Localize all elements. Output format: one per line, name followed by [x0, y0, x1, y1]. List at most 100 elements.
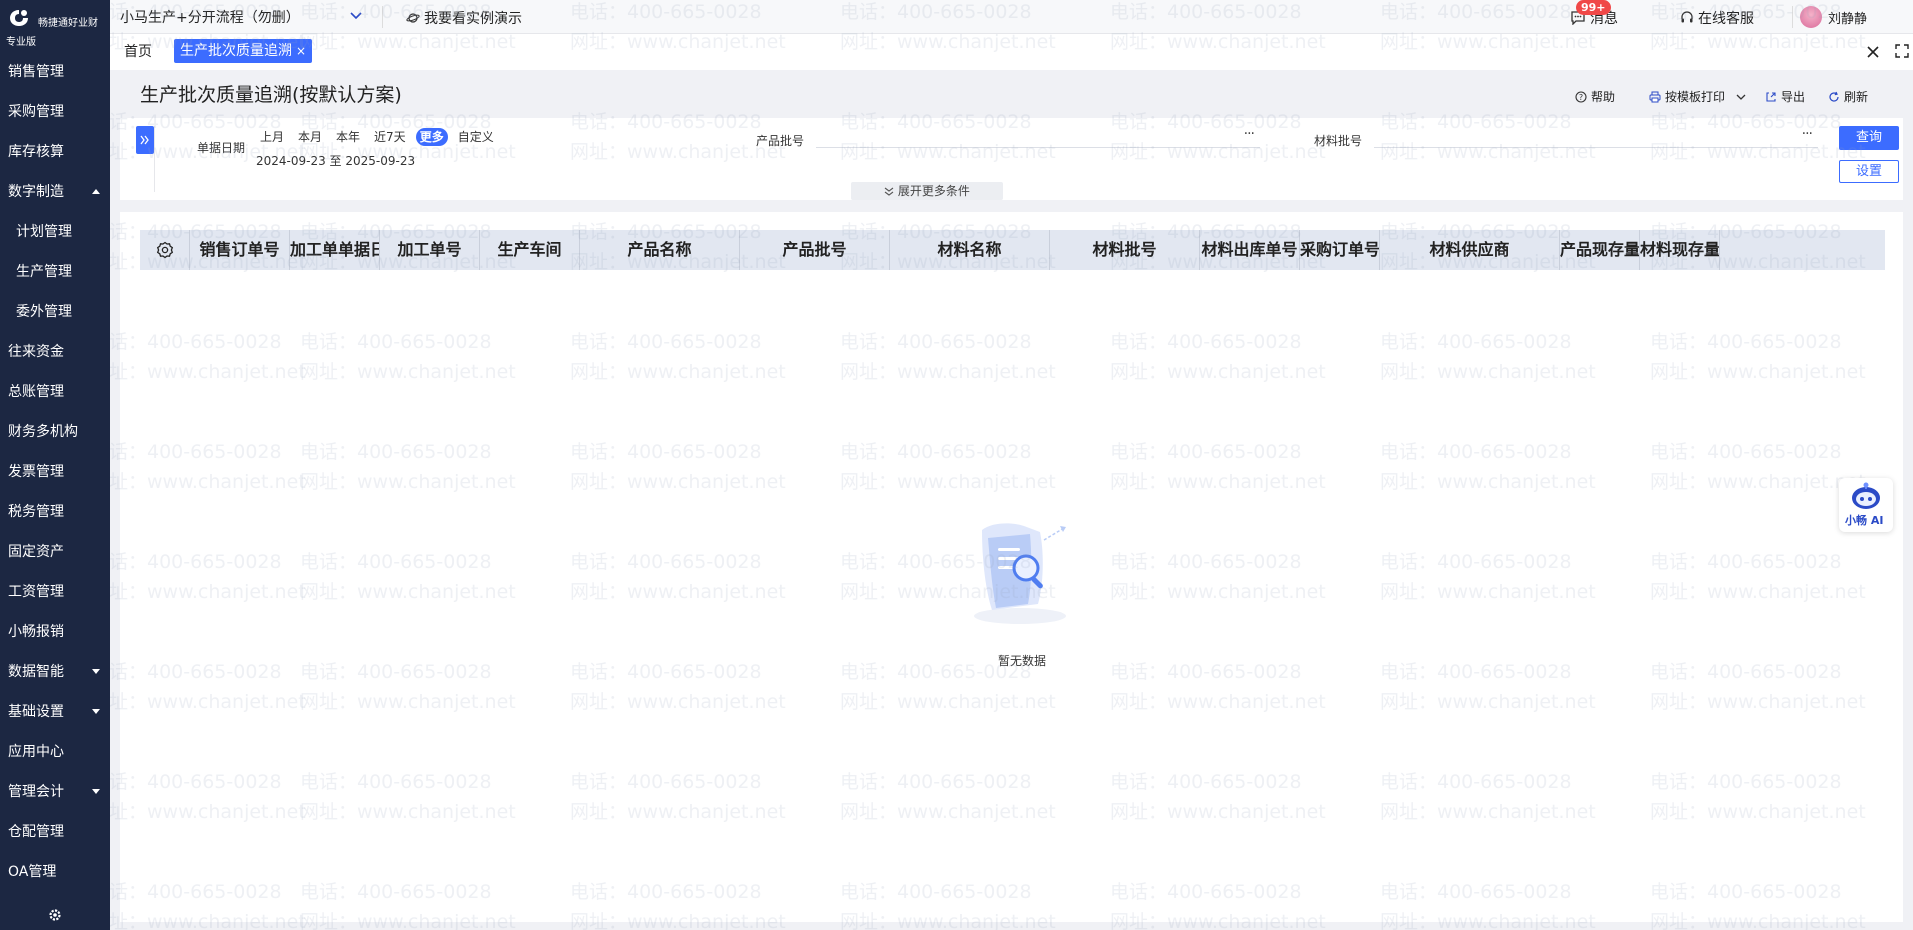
divider	[1792, 6, 1793, 28]
chanjet-logo-icon	[10, 10, 28, 26]
column-header-product-batch[interactable]: 产品批号	[740, 230, 890, 270]
sidebar-item-outsourcing[interactable]: 委外管理	[0, 292, 110, 332]
avatar	[1800, 6, 1822, 28]
sidebar-item-production[interactable]: 生产管理	[0, 252, 110, 292]
brand-logo[interactable]: 畅捷通好业财 专业版	[0, 0, 110, 48]
refresh-icon	[1829, 91, 1839, 102]
online-service-button[interactable]: 在线客服	[1680, 8, 1754, 28]
column-header-material-name[interactable]: 材料名称	[890, 230, 1050, 270]
top-bar: 小马生产+分开流程（勿删） 我要看实例演示 消息 99+ 在线客服 刘静静	[110, 0, 1913, 34]
query-button[interactable]: 查询	[1839, 126, 1899, 150]
settings-button[interactable]	[0, 900, 110, 930]
ai-assistant-button[interactable]: 小畅 AI	[1839, 478, 1893, 532]
column-header-sales-order-no[interactable]: 销售订单号	[190, 230, 290, 270]
sidebar-item-tax[interactable]: 税务管理	[0, 492, 110, 532]
company-select[interactable]: 小马生产+分开流程（勿删）	[120, 7, 370, 27]
export-icon	[1766, 91, 1776, 102]
gear-icon	[156, 241, 173, 259]
sidebar-item-inventory[interactable]: 库存核算	[0, 132, 110, 172]
quick-option-last-month[interactable]: 上月	[256, 128, 288, 146]
column-header-material-stock[interactable]: 材料现存量	[1640, 230, 1720, 270]
column-settings-button[interactable]	[140, 230, 190, 270]
user-name: 刘静静	[1828, 11, 1868, 27]
user-menu[interactable]: 刘静静	[1800, 6, 1867, 28]
sidebar-item-funds[interactable]: 往来资金	[0, 332, 110, 372]
column-header-process-order-no[interactable]: 加工单号	[380, 230, 480, 270]
tab-batch-quality-trace[interactable]: 生产批次质量追溯 ×	[174, 39, 313, 63]
sidebar-item-basic-settings[interactable]: 基础设置	[0, 692, 110, 732]
quick-option-this-month[interactable]: 本月	[294, 128, 326, 146]
sidebar-item-label: 基础设置	[8, 704, 64, 720]
sidebar-item-app-center[interactable]: 应用中心	[0, 732, 110, 772]
help-label: 帮助	[1591, 90, 1616, 104]
chevron-down-icon[interactable]	[1735, 92, 1747, 102]
print-template-button[interactable]: 按模板打印	[1649, 88, 1747, 105]
page-header: 生产批次质量追溯(按默认方案) ? 帮助 按模板打印 导出 刷新	[110, 70, 1913, 116]
sidebar-item-label: 财务多机构	[8, 424, 78, 440]
divider	[154, 126, 155, 192]
sidebar-item-data-intelligence[interactable]: 数据智能	[0, 652, 110, 692]
sidebar-item-warehouse[interactable]: 仓配管理	[0, 812, 110, 852]
ellipsis-icon[interactable]: ···	[1802, 126, 1813, 142]
sidebar-item-multi-org[interactable]: 财务多机构	[0, 412, 110, 452]
column-header-product-name[interactable]: 产品名称	[580, 230, 740, 270]
sidebar-item-label: 管理会计	[8, 784, 64, 800]
sidebar-item-fixed-assets[interactable]: 固定资产	[0, 532, 110, 572]
sidebar-item-purchase[interactable]: 采购管理	[0, 92, 110, 132]
expand-more-conditions-button[interactable]: 展开更多条件	[851, 182, 1003, 200]
sidebar-item-planning[interactable]: 计划管理	[0, 212, 110, 252]
help-button[interactable]: ? 帮助	[1575, 88, 1615, 105]
sidebar-item-label: 委外管理	[16, 304, 72, 320]
sidebar-item-expense[interactable]: 小畅报销	[0, 612, 110, 652]
expand-more-label: 展开更多条件	[897, 184, 970, 198]
column-header-purchase-order-no[interactable]: 采购订单号	[1300, 230, 1380, 270]
collapse-filter-button[interactable]	[136, 126, 154, 154]
sidebar: 畅捷通好业财 专业版 销售管理 采购管理 库存核算 数字制造 计划管理 生产管理…	[0, 0, 110, 930]
quick-option-custom[interactable]: 自定义	[454, 128, 498, 146]
help-icon: ?	[1575, 90, 1587, 103]
column-header-process-order-date[interactable]: 加工单单据日期	[290, 230, 380, 270]
sidebar-item-ledger[interactable]: 总账管理	[0, 372, 110, 412]
material-batch-label: 材料批号	[1314, 134, 1363, 148]
column-header-product-stock[interactable]: 产品现存量	[1560, 230, 1640, 270]
sidebar-item-payroll[interactable]: 工资管理	[0, 572, 110, 612]
page-title: 生产批次质量追溯(按默认方案)	[140, 84, 402, 106]
refresh-button[interactable]: 刷新	[1828, 88, 1868, 105]
fullscreen-icon[interactable]	[1895, 44, 1909, 58]
ellipsis-icon[interactable]: ···	[1244, 126, 1255, 142]
double-chevron-right-icon	[140, 135, 149, 145]
sidebar-item-label: 税务管理	[8, 504, 64, 520]
close-icon[interactable]	[1866, 45, 1880, 59]
settings-button[interactable]: 设置	[1839, 160, 1899, 183]
company-name: 小马生产+分开流程（勿删）	[120, 10, 300, 26]
caret-up-icon	[92, 189, 100, 194]
sidebar-item-management-accounting[interactable]: 管理会计	[0, 772, 110, 812]
quick-option-this-year[interactable]: 本年	[332, 128, 364, 146]
print-template-label: 按模板打印	[1665, 90, 1726, 104]
quick-option-more[interactable]: 更多	[415, 128, 448, 146]
caret-down-icon	[92, 789, 100, 794]
gear-icon	[49, 909, 61, 921]
date-range-value[interactable]: 2024-09-23 至 2025-09-23	[256, 152, 415, 169]
sidebar-item-label: 数字制造	[8, 184, 64, 200]
close-icon[interactable]: ×	[296, 39, 306, 63]
empty-state-text: 暂无数据	[997, 654, 1046, 668]
refresh-label: 刷新	[1844, 90, 1869, 104]
material-batch-input[interactable]: ···	[1374, 124, 1818, 148]
demo-link[interactable]: 我要看实例演示	[406, 8, 522, 28]
sidebar-item-label: 采购管理	[8, 104, 64, 120]
quick-option-last-7-days[interactable]: 近7天	[370, 128, 410, 146]
sidebar-item-sales[interactable]: 销售管理	[0, 52, 110, 92]
sidebar-item-oa[interactable]: OA管理	[0, 852, 110, 892]
demo-link-label: 我要看实例演示	[424, 11, 522, 27]
product-batch-input[interactable]: ···	[816, 124, 1260, 148]
column-header-material-outbound-no[interactable]: 材料出库单号	[1200, 230, 1300, 270]
sidebar-item-label: 计划管理	[16, 224, 72, 240]
tab-home[interactable]: 首页	[118, 42, 158, 62]
sidebar-item-invoice[interactable]: 发票管理	[0, 452, 110, 492]
column-header-material-supplier[interactable]: 材料供应商	[1380, 230, 1560, 270]
column-header-workshop[interactable]: 生产车间	[480, 230, 580, 270]
sidebar-item-digital-manufacturing[interactable]: 数字制造	[0, 172, 110, 212]
export-button[interactable]: 导出	[1765, 88, 1805, 105]
column-header-material-batch[interactable]: 材料批号	[1050, 230, 1200, 270]
